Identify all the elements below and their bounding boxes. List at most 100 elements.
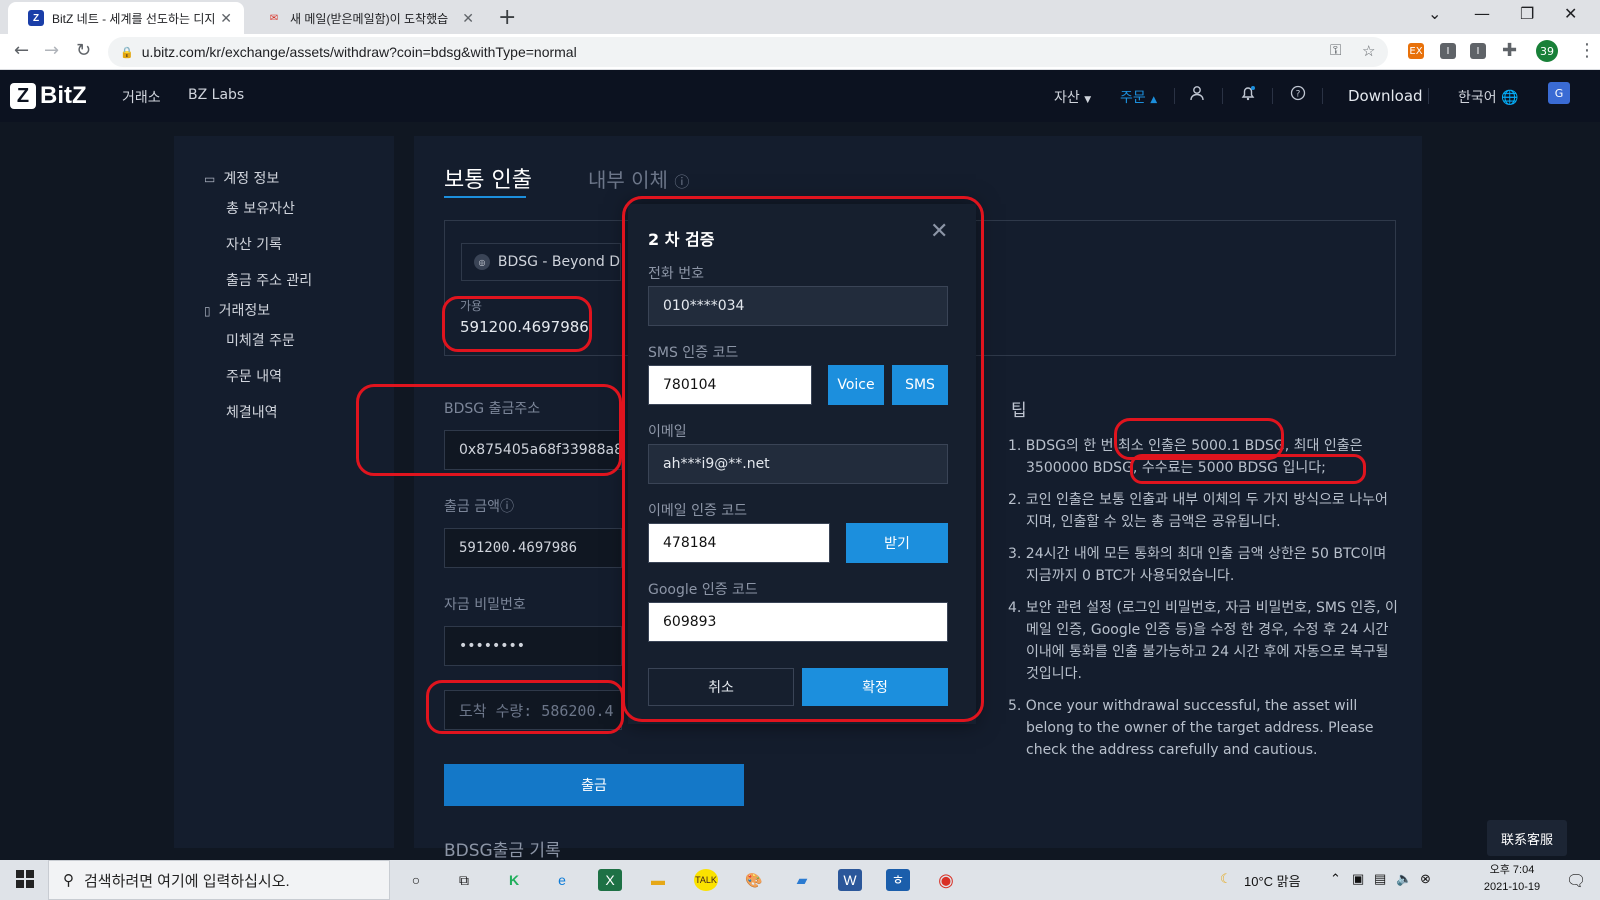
sidebar-item-address-management[interactable]: 출금 주소 관리: [226, 270, 312, 290]
mail-favicon-icon: ✉: [269, 12, 279, 24]
maximize-icon[interactable]: ❐: [1520, 4, 1534, 23]
weather-moon-icon: ☾: [1220, 871, 1232, 886]
file-explorer-icon[interactable]: ▬: [646, 869, 670, 891]
cortana-circle-icon[interactable]: ○: [404, 869, 428, 891]
weather-text[interactable]: 10°C 맑음: [1244, 871, 1301, 890]
language-select[interactable]: 한국어 🌐: [1458, 87, 1519, 107]
account-card-icon: ▭: [204, 172, 216, 186]
chrome-icon[interactable]: ◉: [934, 869, 958, 891]
app-icon[interactable]: ▰: [790, 869, 814, 891]
sidebar-item-order-history[interactable]: 주문 내역: [226, 366, 282, 386]
close-tab-icon[interactable]: ✕: [220, 10, 232, 27]
tips-title: 팁: [1011, 401, 1027, 421]
translate-icon[interactable]: G: [1548, 82, 1570, 104]
extension-i-icon[interactable]: I: [1440, 43, 1456, 59]
word-icon[interactable]: W: [838, 869, 862, 891]
minimize-icon[interactable]: —: [1474, 4, 1490, 23]
sidebar: [174, 136, 394, 848]
tip-item: 3. 24시간 내에 모든 통화의 최대 인출 금액 상한은 50 BTC이며 …: [1008, 546, 1387, 584]
lock-icon: 🔒: [120, 46, 134, 59]
red-annotation-oval: [1130, 454, 1366, 484]
sidebar-item-asset-history[interactable]: 자산 기록: [226, 234, 282, 254]
nav-assets[interactable]: 자산 ▼: [1054, 87, 1091, 107]
tray-app-icon[interactable]: ▣: [1352, 871, 1364, 887]
sidebar-item-trade-history[interactable]: 체결내역: [226, 402, 278, 422]
bitz-logo-mark: Z: [10, 83, 36, 109]
windows-taskbar: ⚲ 검색하려면 여기에 입력하십시오. ○ ⧉ K e X ▬ TALK 🎨 ▰…: [0, 860, 1600, 900]
bitz-logo[interactable]: Z BitZ: [10, 82, 87, 110]
back-arrow-icon[interactable]: ←: [14, 40, 29, 61]
window-close-icon[interactable]: ✕: [1564, 4, 1577, 23]
tip-item: 5. Once your withdrawal successful, the …: [1008, 698, 1374, 758]
amount-label-text: 출금 금액: [444, 499, 500, 515]
reload-icon[interactable]: ↻: [76, 40, 91, 61]
active-tab-indicator: [444, 196, 526, 198]
paint-icon[interactable]: 🎨: [742, 869, 766, 891]
menu-kebab-icon[interactable]: ⋮: [1578, 40, 1596, 61]
tips-list: 1. BDSG의 한 번 최소 인출은 5000.1 BDSG, 최대 인출은 …: [1008, 435, 1398, 771]
nav-download[interactable]: Download: [1348, 87, 1423, 105]
volume-icon[interactable]: 🔈: [1396, 871, 1412, 887]
notification-icon[interactable]: 🗨: [1566, 871, 1586, 891]
customer-service-button[interactable]: 联系客服: [1487, 820, 1567, 856]
nav-assets-label: 자산: [1054, 90, 1080, 106]
kakao-k-app-icon[interactable]: K: [502, 869, 526, 891]
excel-icon[interactable]: X: [598, 869, 622, 891]
edge-browser-icon[interactable]: e: [550, 869, 574, 891]
tab-search-chevron-icon[interactable]: ⌄: [1428, 4, 1441, 23]
tab-normal-withdraw[interactable]: 보통 인출: [444, 162, 532, 194]
withdraw-amount-input[interactable]: 591200.4697986: [444, 528, 622, 568]
nav-exchange[interactable]: 거래소: [122, 87, 161, 107]
clock-time: 오후 7:04: [1489, 864, 1535, 876]
tab-internal-transfer[interactable]: 내부 이체 ⓘ: [588, 164, 689, 193]
tab-title: BitZ 네트 - 세계를 선도하는 디지: [52, 11, 215, 26]
browser-tab-mail[interactable]: ✉ 새 메일(받은메일함)이 도착했습 ✕: [246, 2, 486, 34]
extensions-puzzle-icon[interactable]: ✚: [1502, 40, 1517, 61]
help-icon[interactable]: ?: [1290, 85, 1306, 105]
nav-orders[interactable]: 주문 ▲: [1120, 87, 1157, 107]
hwp-icon[interactable]: ㅎ: [886, 869, 910, 891]
user-icon[interactable]: [1190, 85, 1204, 105]
coin-select[interactable]: ◎ BDSG - Beyond D: [461, 243, 621, 281]
tip-item: 4. 보안 관련 설정 (로그인 비밀번호, 자금 비밀번호, SMS 인증, …: [1008, 600, 1398, 682]
key-icon[interactable]: ⚿: [1330, 42, 1341, 59]
bookmark-star-icon[interactable]: ☆: [1362, 42, 1375, 60]
withdraw-history-title: BDSG출금 기록: [444, 841, 561, 861]
forward-arrow-icon[interactable]: →: [44, 40, 59, 61]
caret-up-icon: ▲: [1150, 95, 1158, 105]
new-tab-icon[interactable]: +: [498, 5, 516, 30]
windows-start-icon[interactable]: [16, 870, 34, 888]
search-icon: ⚲: [63, 872, 74, 889]
browser-tab-bitz[interactable]: Z BitZ 네트 - 세계를 선도하는 디지 ✕: [8, 2, 244, 34]
task-view-icon[interactable]: ⧉: [452, 869, 476, 891]
language-indicator-icon[interactable]: ⊗: [1420, 871, 1431, 887]
kakaotalk-icon[interactable]: TALK: [694, 869, 718, 891]
tab-internal-label: 내부 이체: [588, 168, 668, 192]
sidebar-section-label: 계정 정보: [223, 171, 280, 187]
globe-icon: 🌐: [1496, 90, 1519, 106]
extension-i-icon[interactable]: I: [1470, 43, 1486, 59]
sidebar-section-trade: ▯ 거래정보: [204, 300, 270, 320]
taskbar-search[interactable]: ⚲ 검색하려면 여기에 입력하십시오.: [48, 860, 390, 900]
url-text: u.bitz.com/kr/exchange/assets/withdraw?c…: [141, 44, 577, 60]
red-annotation-oval: [356, 384, 622, 476]
divider: [1272, 88, 1273, 104]
language-label: 한국어: [1458, 90, 1497, 106]
network-icon[interactable]: ▤: [1374, 871, 1386, 887]
red-annotation-oval: [442, 296, 592, 352]
bell-icon[interactable]: [1240, 85, 1256, 105]
caret-down-icon: ▼: [1084, 95, 1092, 105]
close-tab-icon[interactable]: ✕: [462, 10, 474, 27]
tray-chevron-up-icon[interactable]: ⌃: [1330, 871, 1341, 887]
withdraw-submit-button[interactable]: 출금: [444, 764, 744, 806]
sidebar-item-total-assets[interactable]: 총 보유자산: [226, 198, 295, 218]
extension-ex-icon[interactable]: EX: [1408, 43, 1424, 59]
help-circle-icon: ⓘ: [674, 173, 690, 191]
divider: [1174, 88, 1175, 104]
fund-password-input[interactable]: ••••••••: [444, 626, 622, 666]
taskbar-clock[interactable]: 오후 7:04 2021-10-19: [1472, 862, 1552, 896]
nav-bz-labs[interactable]: BZ Labs: [188, 87, 244, 103]
address-bar[interactable]: 🔒 u.bitz.com/kr/exchange/assets/withdraw…: [108, 37, 1388, 67]
profile-avatar[interactable]: 39: [1536, 40, 1558, 62]
sidebar-item-open-orders[interactable]: 미체결 주문: [226, 330, 295, 350]
